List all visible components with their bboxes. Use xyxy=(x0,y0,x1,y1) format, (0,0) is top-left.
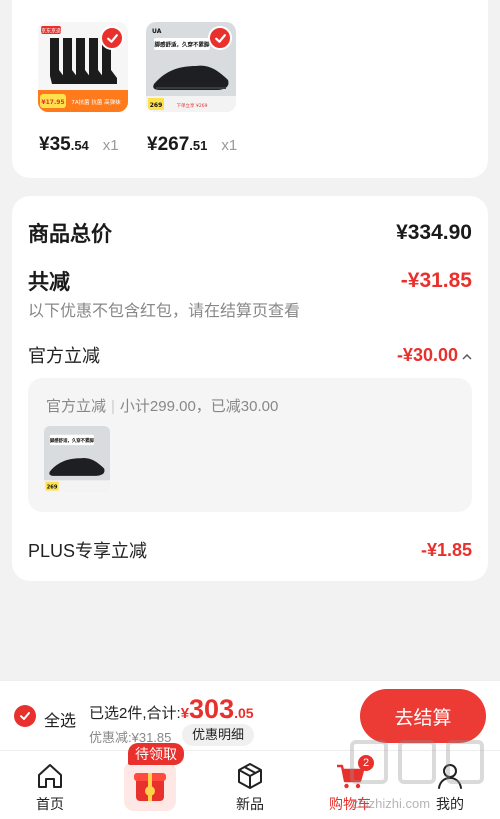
plus-discount-value: -¥1.85 xyxy=(420,539,472,560)
official-discount-label: 官方立减 xyxy=(28,346,100,366)
item-price-shoe: ¥267.51 x1 xyxy=(147,134,237,156)
item-quantity: x1 xyxy=(102,137,119,154)
watermark-text: zhizhizhi.com xyxy=(352,796,431,811)
detail-title: 官方立减 xyxy=(46,398,107,415)
svg-text:脚感舒适，久穿不累脚: 脚感舒适，久穿不累脚 xyxy=(154,41,210,49)
svg-text:京东京造: 京东京造 xyxy=(41,28,61,35)
selected-check-icon[interactable] xyxy=(208,26,232,50)
detail-header: 官方立减 | 小计299.00，已减30.00 xyxy=(46,395,278,416)
official-discount-row[interactable]: 官方立减 -¥30.00 xyxy=(28,342,472,368)
item-quantity: x1 xyxy=(221,137,238,154)
official-discount-amount: -¥30.00 xyxy=(397,345,472,366)
discount-detail-button[interactable]: 优惠明细 xyxy=(182,724,255,746)
tab-new[interactable]: 新品 xyxy=(200,751,300,819)
svg-text:269: 269 xyxy=(47,484,58,490)
price-summary-card: 商品总价 ¥334.90 共减 -¥31.85 以下优惠不包含红包，请在结算页查… xyxy=(12,196,488,581)
cube-icon xyxy=(238,763,262,789)
detail-product-thumbnail[interactable]: 脚感舒适，久穿不累脚 269 xyxy=(44,426,110,492)
select-all-checkbox[interactable] xyxy=(14,705,36,727)
discount-row: 共减 -¥31.85 xyxy=(28,266,472,296)
currency-symbol: ¥ xyxy=(180,705,190,722)
watermark-glyph xyxy=(398,740,436,784)
price-decimal: .51 xyxy=(189,138,208,153)
svg-text:269: 269 xyxy=(150,102,163,109)
tab-promo[interactable]: 待领取 xyxy=(100,743,200,819)
svg-text:7A抗菌 抗菌 高弹袜: 7A抗菌 抗菌 高弹袜 xyxy=(71,98,121,106)
svg-text:¥17.95: ¥17.95 xyxy=(41,99,64,106)
plus-discount-row: PLUS专享立减 -¥1.85 xyxy=(28,537,472,563)
discount-label: 共减 xyxy=(28,271,70,294)
official-discount-detail: 官方立减 | 小计299.00，已减30.00 脚感舒适，久穿不累脚 269 xyxy=(28,378,472,512)
total-value: ¥334.90 xyxy=(396,221,472,244)
price-integer: ¥267 xyxy=(147,134,190,155)
discount-note: 以下优惠不包含红包，请在结算页查看 xyxy=(28,303,301,320)
total-integer: 303 xyxy=(189,694,235,724)
selection-total: 已选2件,合计:¥303.05 xyxy=(89,694,254,725)
check-icon xyxy=(20,712,30,720)
total-row: 商品总价 ¥334.90 xyxy=(28,218,472,248)
selected-count-text: 已选2件,合计: xyxy=(89,705,181,722)
checkout-button[interactable]: 去结算 xyxy=(360,689,486,743)
detail-subtotal: 小计299.00，已减30.00 xyxy=(119,398,279,415)
total-decimal: .05 xyxy=(234,705,254,721)
price-integer: ¥35 xyxy=(39,134,71,155)
watermark-glyph xyxy=(446,740,484,784)
discount-value: -¥31.85 xyxy=(400,269,472,292)
watermark-glyph xyxy=(350,740,388,784)
tab-new-label: 新品 xyxy=(236,796,264,812)
selected-check-icon[interactable] xyxy=(100,26,124,50)
home-icon xyxy=(38,764,62,788)
item-price-socks: ¥35.54 x1 xyxy=(39,134,119,156)
tab-home[interactable]: 首页 xyxy=(0,751,100,819)
tab-home-label: 首页 xyxy=(36,796,64,812)
plus-discount-label: PLUS专享立减 xyxy=(28,541,148,561)
gift-icon xyxy=(134,773,166,801)
select-all-label[interactable]: 全选 xyxy=(44,707,76,731)
official-discount-value: -¥30.00 xyxy=(396,344,458,365)
svg-text:下单立享 ¥269: 下单立享 ¥269 xyxy=(177,102,208,109)
chevron-up-icon[interactable] xyxy=(462,350,472,364)
total-label: 商品总价 xyxy=(28,223,112,246)
price-decimal: .54 xyxy=(70,138,89,153)
selected-items-card: 京东京造 ¥17.95 7A抗菌 抗菌 高弹袜 UA 脚感舒适，久穿不累脚 26… xyxy=(12,0,488,178)
svg-text:UA: UA xyxy=(152,28,162,35)
shoe-image: 脚感舒适，久穿不累脚 269 xyxy=(44,426,110,492)
divider: | xyxy=(111,398,115,415)
product-thumbnail-shoe[interactable]: UA 脚感舒适，久穿不累脚 269 下单立享 ¥269 xyxy=(146,22,236,112)
product-thumbnail-socks[interactable]: 京东京造 ¥17.95 7A抗菌 抗菌 高弹袜 xyxy=(38,22,128,112)
promo-tile xyxy=(124,761,176,811)
promo-badge: 待领取 xyxy=(128,743,184,765)
